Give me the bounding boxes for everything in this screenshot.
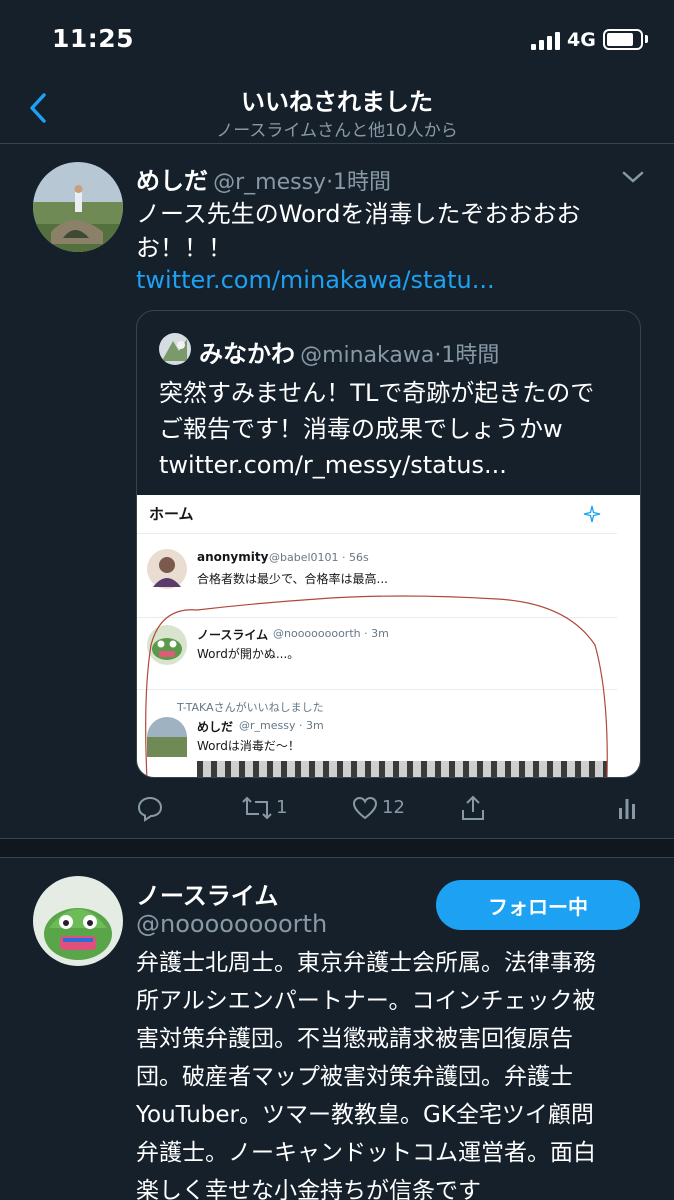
bio-line: 弁護士北周士。東京弁護士会所属。法律事務 bbox=[136, 950, 596, 976]
quoted-text-line-1: 突然すみません！TLで奇跡が起きたので bbox=[159, 379, 595, 407]
profile-name[interactable]: ノースライム bbox=[136, 876, 278, 911]
share-icon[interactable] bbox=[460, 794, 486, 826]
quoted-link[interactable]: twitter.com/r_messy/status... bbox=[159, 447, 507, 483]
profile-handle[interactable]: @noooooooorth bbox=[136, 910, 327, 938]
tweet-author-name[interactable]: めしだ bbox=[136, 167, 208, 195]
section-gap bbox=[0, 839, 674, 857]
tweet-text-line-2: お！！！ bbox=[136, 234, 232, 262]
network-label: 4G bbox=[567, 29, 596, 51]
chevron-down-icon[interactable] bbox=[620, 168, 646, 186]
red-outline-annotation bbox=[145, 595, 608, 777]
tweet-author-avatar[interactable] bbox=[33, 162, 123, 252]
status-time: 11:25 bbox=[52, 24, 135, 53]
quoted-media-image[interactable]: ホーム anonymity @babel0101 · 56s 合格者数は最少で、… bbox=[137, 495, 640, 777]
following-button[interactable]: フォロー中 bbox=[436, 880, 640, 930]
quoted-tweet-card[interactable]: みなかわ @minakawa·1時間 突然すみません！TLで奇跡が起きたので ご… bbox=[136, 310, 641, 778]
page-subtitle: ノースライムさんと他10人から bbox=[216, 121, 458, 141]
battery-icon bbox=[603, 29, 643, 50]
retweet-icon[interactable] bbox=[241, 796, 273, 824]
signal-icon bbox=[531, 32, 561, 50]
quoted-text-line-2: ご報告です！消毒の成果でしょうかw bbox=[159, 415, 563, 443]
analytics-icon[interactable] bbox=[617, 796, 637, 824]
tweet-text-line-1: ノース先生のWordを消毒したぞおおおお bbox=[136, 200, 581, 228]
quoted-tweet-time: ·1時間 bbox=[434, 343, 500, 368]
bio-line: 弁護士。ノーキャンドットコム運営者。面白 bbox=[136, 1140, 596, 1166]
profile-avatar[interactable] bbox=[33, 876, 123, 966]
tweet-author-handle[interactable]: @r_messy bbox=[213, 170, 326, 195]
like-icon[interactable] bbox=[352, 796, 378, 824]
retweet-count: 1 bbox=[276, 797, 288, 818]
battery-cap bbox=[645, 35, 648, 43]
like-count: 12 bbox=[382, 797, 405, 818]
tweet-link[interactable]: twitter.com/minakawa/statu... bbox=[136, 262, 495, 298]
quoted-author-handle[interactable]: @minakawa bbox=[300, 343, 434, 368]
tweet-time: ·1時間 bbox=[326, 170, 392, 195]
bio-line: YouTuber。ツマー教教皇。GK全宅ツイ顧問 bbox=[136, 1102, 594, 1128]
bio-line: 害対策弁護団。不当懲戒請求被害回復原告 bbox=[136, 1026, 573, 1052]
page-title: いいねされました bbox=[241, 88, 433, 116]
bio-line: 所アルシエンパートナー。コインチェック被 bbox=[136, 988, 596, 1014]
quoted-author-name[interactable]: みなかわ bbox=[199, 340, 295, 368]
header-divider bbox=[0, 143, 674, 144]
section-divider bbox=[0, 857, 674, 858]
bio-line: 楽しく幸せな小金持ちが信条です bbox=[136, 1178, 481, 1200]
reply-icon[interactable] bbox=[136, 794, 164, 826]
quoted-author-avatar[interactable] bbox=[159, 333, 191, 365]
profile-bio: 弁護士北周士。東京弁護士会所属。法律事務 所アルシエンパートナー。コインチェック… bbox=[136, 944, 646, 1200]
bio-line: 団。破産者マップ被害対策弁護団。弁護士 bbox=[136, 1064, 573, 1090]
